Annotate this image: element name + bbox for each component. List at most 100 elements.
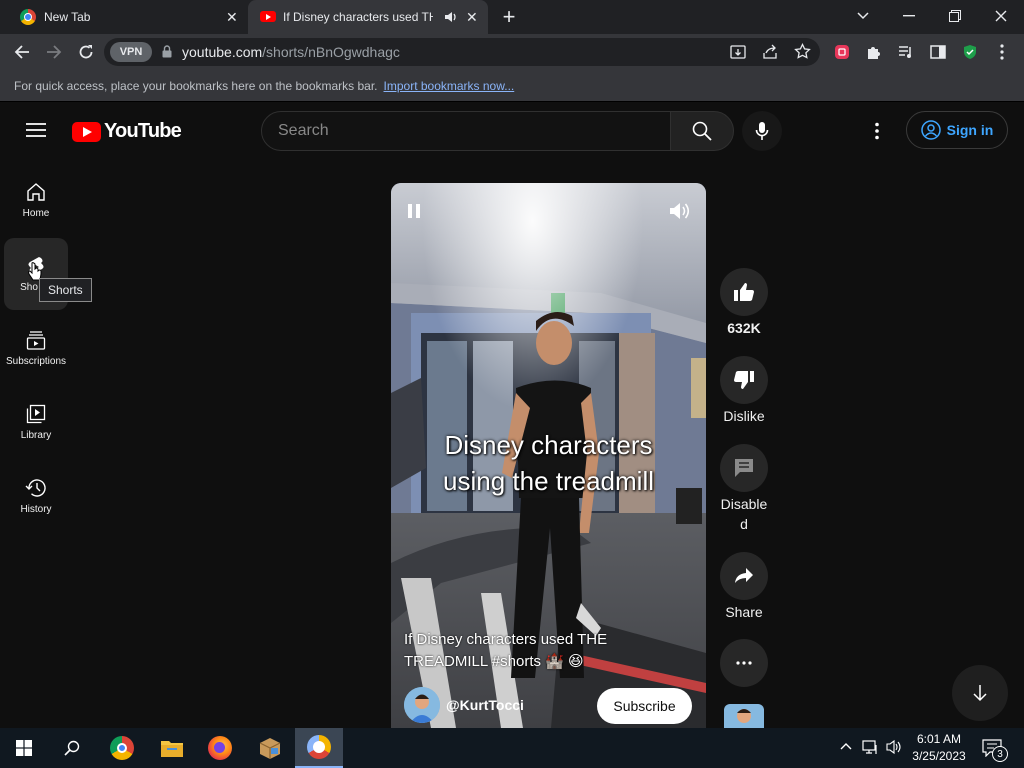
bookmarks-bar: For quick access, place your bookmarks h… xyxy=(0,70,1024,102)
pause-icon[interactable] xyxy=(407,203,421,219)
forward-icon[interactable] xyxy=(42,40,66,64)
clock-time: 6:01 AM xyxy=(916,732,962,746)
clock-date: 3/25/2023 xyxy=(912,749,966,763)
sidebar-item-label: Home xyxy=(22,208,50,219)
lock-icon[interactable] xyxy=(162,45,172,58)
tab-title: New Tab xyxy=(44,10,91,24)
voice-search-button[interactable] xyxy=(742,111,782,151)
caption-line: Disney characters xyxy=(444,430,653,460)
like-button[interactable] xyxy=(720,268,768,316)
sound-thumbnail[interactable] xyxy=(724,704,764,728)
side-panel-icon[interactable] xyxy=(926,40,950,64)
share-label: Share xyxy=(725,604,763,620)
start-button[interactable] xyxy=(0,728,48,768)
back-icon[interactable] xyxy=(10,40,34,64)
url-text[interactable]: youtube.com/shorts/nBnOgwdhagc xyxy=(182,44,400,60)
bookmark-star-icon[interactable] xyxy=(794,43,811,60)
channel-name[interactable]: @KurtTocci xyxy=(446,697,524,713)
sign-in-label: Sign in xyxy=(946,122,994,138)
youtube-logo-icon xyxy=(72,121,101,142)
install-app-icon[interactable] xyxy=(730,44,746,60)
microphone-icon xyxy=(755,121,769,141)
search-button[interactable] xyxy=(670,111,734,151)
browser-menu-icon[interactable] xyxy=(990,40,1014,64)
subscribe-button[interactable]: Subscribe xyxy=(597,688,692,724)
tab-new-tab[interactable]: New Tab ✕ xyxy=(8,0,246,34)
package-box-icon xyxy=(258,736,282,760)
bookmarks-hint: For quick access, place your bookmarks h… xyxy=(14,78,378,93)
caption-line: using the treadmill xyxy=(443,466,654,496)
volume-icon[interactable] xyxy=(669,201,691,221)
sidebar-item-label: Library xyxy=(20,430,52,441)
share-arrow-icon xyxy=(734,567,754,585)
channel-info[interactable]: @KurtTocci xyxy=(404,687,524,723)
vpn-badge[interactable]: VPN xyxy=(110,42,152,62)
settings-more-icon[interactable] xyxy=(874,122,880,140)
search-icon xyxy=(692,121,712,141)
video-title-line: If Disney characters used THE xyxy=(404,631,608,648)
windows-logo-icon xyxy=(16,740,32,756)
taskbar-package-app[interactable] xyxy=(246,728,294,768)
youtube-favicon-icon xyxy=(260,11,276,22)
share-button[interactable] xyxy=(720,552,768,600)
system-clock[interactable]: 6:01 AM 3/25/2023 xyxy=(908,731,970,765)
reload-icon[interactable] xyxy=(74,40,98,64)
sidebar-item-subscriptions[interactable]: Subscriptions xyxy=(2,324,70,396)
media-control-icon[interactable] xyxy=(894,40,918,64)
extension-red-icon[interactable] xyxy=(830,40,854,64)
network-icon[interactable] xyxy=(862,739,880,755)
arrow-down-icon xyxy=(972,684,988,702)
guide-menu-icon[interactable] xyxy=(26,122,46,138)
import-bookmarks-link[interactable]: Import bookmarks now... xyxy=(384,79,515,93)
shorts-video-player[interactable]: Disney characters using the treadmill If… xyxy=(391,183,706,728)
show-hidden-icons-chevron-icon[interactable] xyxy=(840,742,852,750)
taskbar-browser-active[interactable] xyxy=(295,728,343,768)
account-icon xyxy=(920,120,941,140)
extensions-puzzle-icon[interactable] xyxy=(862,40,886,64)
dislike-button[interactable] xyxy=(720,356,768,404)
shorts-tooltip: Shorts xyxy=(39,278,92,302)
taskbar-chrome[interactable] xyxy=(98,728,146,768)
youtube-header: YouTube Search Sign in xyxy=(0,103,1024,159)
home-icon xyxy=(26,182,46,202)
notification-count-badge: 3 xyxy=(992,746,1008,762)
browser-toolbar: VPN youtube.com/shorts/nBnOgwdhagc xyxy=(0,34,1024,70)
url-host: youtube.com xyxy=(182,44,263,60)
like-count: 632K xyxy=(727,320,761,336)
sign-in-button[interactable]: Sign in xyxy=(906,111,1008,149)
search-input[interactable]: Search xyxy=(261,111,671,151)
shield-extension-icon[interactable] xyxy=(958,40,982,64)
comments-button[interactable] xyxy=(720,444,768,492)
sidebar-item-history[interactable]: History xyxy=(4,472,68,544)
channel-avatar[interactable] xyxy=(404,687,440,723)
restore-button[interactable] xyxy=(932,0,978,32)
audio-playing-icon[interactable] xyxy=(444,10,458,24)
taskbar-search-button[interactable] xyxy=(48,728,96,768)
new-tab-button[interactable]: + xyxy=(498,4,520,29)
firefox-icon xyxy=(208,736,232,760)
close-window-button[interactable] xyxy=(978,0,1024,32)
history-icon xyxy=(25,478,47,498)
address-bar[interactable]: VPN youtube.com/shorts/nBnOgwdhagc xyxy=(104,38,820,66)
more-actions-button[interactable] xyxy=(720,639,768,687)
taskbar-firefox[interactable] xyxy=(196,728,244,768)
youtube-logo[interactable]: YouTube xyxy=(72,120,182,143)
tab-youtube-short[interactable]: If Disney characters used THE ✕ xyxy=(248,0,488,34)
next-video-button[interactable] xyxy=(952,665,1008,721)
video-title-line: TREADMILL #shorts 🏰 😆 xyxy=(404,653,584,670)
tab-search-button[interactable] xyxy=(840,0,886,32)
sidebar-item-library[interactable]: Library xyxy=(4,398,68,470)
search-icon xyxy=(64,740,80,756)
notifications-button[interactable]: 3 xyxy=(980,736,1010,762)
share-page-icon[interactable] xyxy=(762,44,778,60)
windows-taskbar: 6:01 AM 3/25/2023 3 xyxy=(0,728,1024,768)
minimize-button[interactable] xyxy=(886,0,932,32)
close-tab-icon[interactable]: ✕ xyxy=(466,9,478,26)
taskbar-file-explorer[interactable] xyxy=(148,728,196,768)
video-title[interactable]: If Disney characters used THE TREADMILL … xyxy=(404,629,644,673)
sidebar-item-label: Sho xyxy=(20,282,38,293)
url-path: /shorts/nBnOgwdhagc xyxy=(262,44,400,60)
more-horizontal-icon xyxy=(736,661,752,665)
speaker-icon[interactable] xyxy=(886,739,902,755)
close-tab-icon[interactable]: ✕ xyxy=(226,9,238,26)
